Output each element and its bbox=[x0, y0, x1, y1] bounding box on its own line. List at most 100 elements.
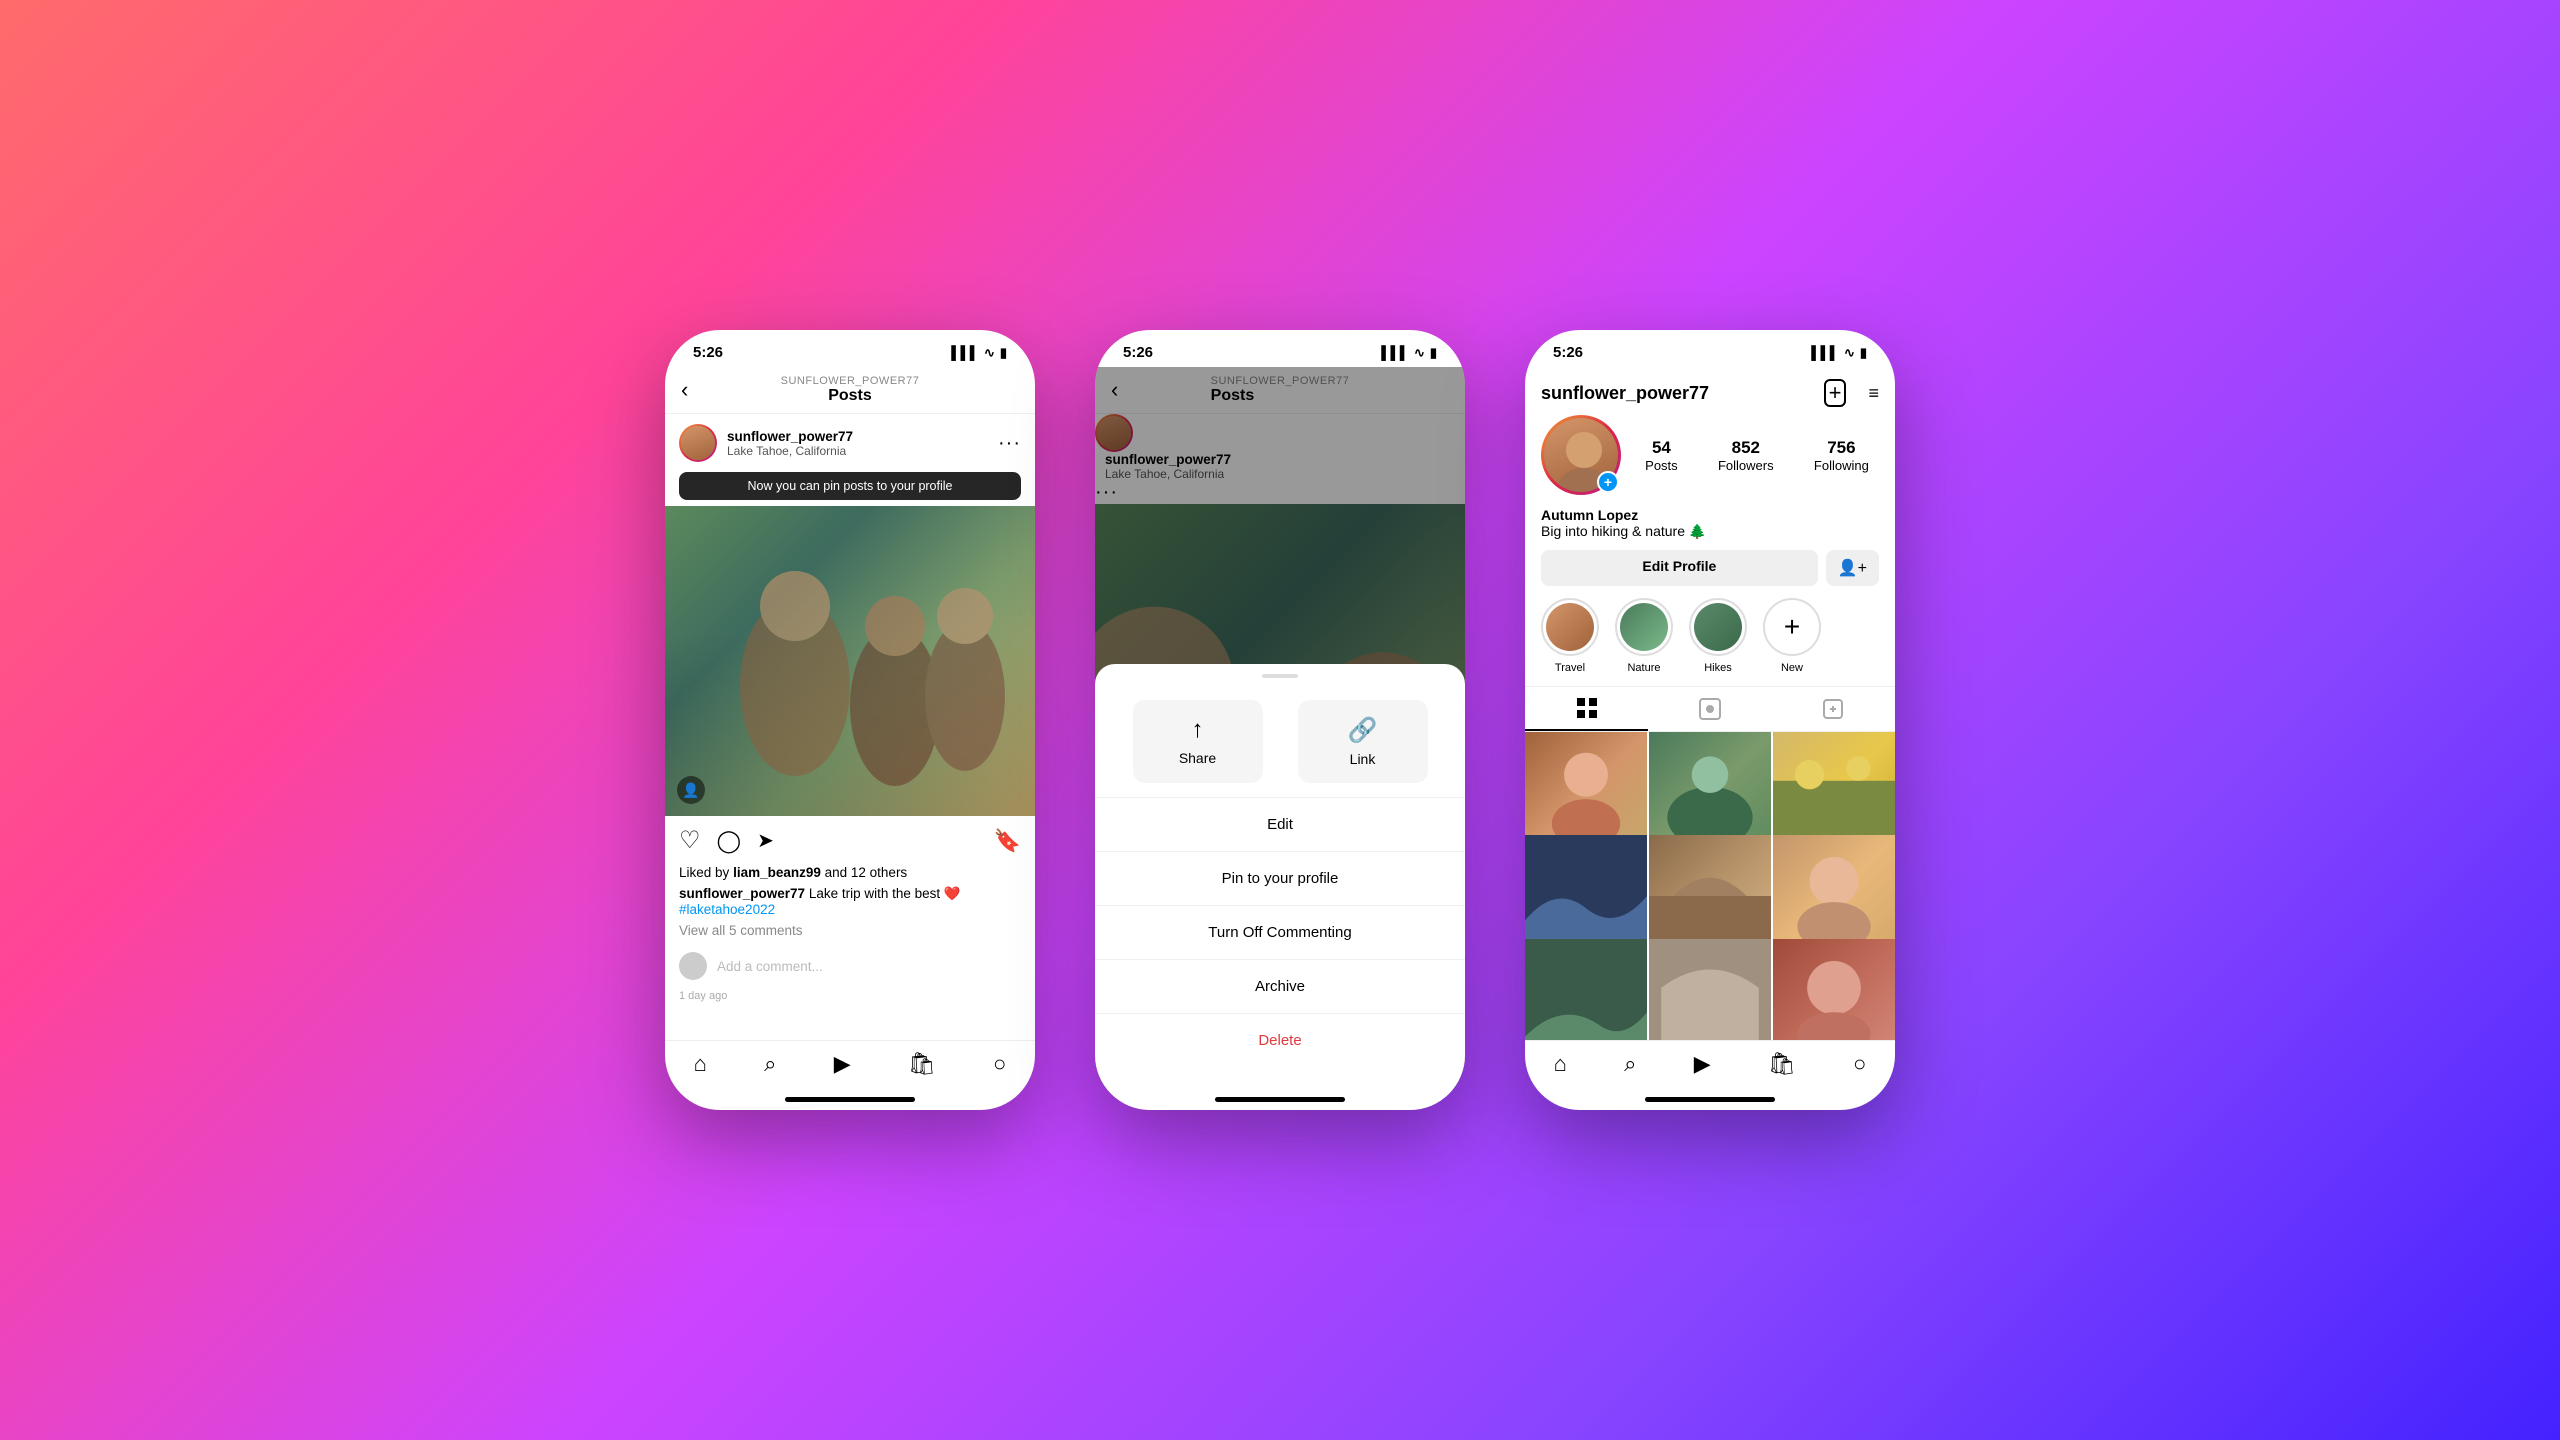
grid-cell-9[interactable] bbox=[1773, 939, 1895, 1040]
caption-username[interactable]: sunflower_power77 bbox=[679, 886, 805, 901]
battery-icon-3: ▮ bbox=[1860, 345, 1867, 361]
hamburger-menu-button[interactable]: ≡ bbox=[1868, 383, 1879, 404]
grid-cell-7[interactable] bbox=[1525, 939, 1647, 1040]
nav-reels-3[interactable]: ▶ bbox=[1694, 1051, 1711, 1077]
highlight-hikes-image bbox=[1694, 603, 1742, 651]
highlight-new[interactable]: + New bbox=[1763, 598, 1821, 674]
tab-grid[interactable] bbox=[1525, 687, 1648, 731]
stat-following[interactable]: 756 Following bbox=[1814, 438, 1869, 473]
bio-text: Big into hiking & nature 🌲 bbox=[1541, 523, 1879, 540]
add-person-button[interactable]: 👤+ bbox=[1826, 550, 1879, 586]
phone1-content: ‹ SUNFLOWER_POWER77 Posts sunflower_powe… bbox=[665, 367, 1035, 1040]
post-actions: ♡ ◯ ➤ 🔖 bbox=[665, 816, 1035, 865]
sheet-pin-button[interactable]: Pin to your profile bbox=[1095, 852, 1465, 906]
sheet-edit-button[interactable]: Edit bbox=[1095, 798, 1465, 852]
highlight-travel-label: Travel bbox=[1555, 662, 1585, 674]
pin-tooltip: Now you can pin posts to your profile bbox=[679, 472, 1021, 500]
user-avatar[interactable] bbox=[679, 424, 717, 462]
add-to-story-badge[interactable]: + bbox=[1597, 471, 1619, 493]
stat-posts-count: 54 bbox=[1652, 438, 1671, 458]
stat-following-label: Following bbox=[1814, 458, 1869, 473]
post-user-row: sunflower_power77 Lake Tahoe, California… bbox=[665, 414, 1035, 472]
caption-text: Lake trip with the best ❤️ bbox=[809, 886, 961, 901]
profile-bio: Autumn Lopez Big into hiking & nature 🌲 bbox=[1525, 507, 1895, 550]
phone-1: 5:26 ▌▌▌ ∿ ▮ ‹ SUNFLOWER_POWER77 Posts s… bbox=[665, 330, 1035, 1110]
stat-following-count: 756 bbox=[1827, 438, 1855, 458]
home-indicator-2 bbox=[1215, 1097, 1345, 1102]
phone3-content: sunflower_power77 + ≡ + bbox=[1525, 367, 1895, 1040]
profile-action-buttons: Edit Profile 👤+ bbox=[1525, 550, 1895, 598]
highlight-hikes-label: Hikes bbox=[1704, 662, 1732, 674]
tab-reels[interactable] bbox=[1648, 687, 1771, 731]
nav-search-1[interactable]: ⌕ bbox=[764, 1051, 776, 1077]
nav-profile-3[interactable]: ○ bbox=[1853, 1051, 1866, 1077]
grid-cell-8[interactable] bbox=[1649, 939, 1771, 1040]
highlight-hikes[interactable]: Hikes bbox=[1689, 598, 1747, 674]
sheet-handle bbox=[1262, 674, 1298, 678]
add-comment-row: Add a comment... bbox=[665, 944, 1035, 988]
link-icon: 🔗 bbox=[1348, 716, 1378, 745]
status-time-2: 5:26 bbox=[1123, 344, 1153, 361]
home-indicator-3 bbox=[1645, 1097, 1775, 1102]
profile-header-icons: + ≡ bbox=[1824, 379, 1879, 407]
nav-search-3[interactable]: ⌕ bbox=[1624, 1051, 1636, 1077]
bottom-nav-3: ⌂ ⌕ ▶ 🛍 ○ bbox=[1525, 1040, 1895, 1097]
wifi-icon-2: ∿ bbox=[1414, 345, 1425, 361]
highlight-travel[interactable]: Travel bbox=[1541, 598, 1599, 674]
profile-tabs bbox=[1525, 686, 1895, 732]
sheet-turn-off-commenting-button[interactable]: Turn Off Commenting bbox=[1095, 906, 1465, 960]
stat-followers-label: Followers bbox=[1718, 458, 1774, 473]
highlight-nature[interactable]: Nature bbox=[1615, 598, 1673, 674]
profile-info-row: + 54 Posts 852 Followers 756 Following bbox=[1525, 415, 1895, 507]
nav-shop-3[interactable]: 🛍 bbox=[1768, 1051, 1796, 1077]
nav-reels-1[interactable]: ▶ bbox=[834, 1051, 851, 1077]
tab-tagged[interactable] bbox=[1772, 687, 1895, 731]
battery-icon-1: ▮ bbox=[1000, 345, 1007, 361]
edit-profile-button[interactable]: Edit Profile bbox=[1541, 550, 1818, 586]
wifi-icon-3: ∿ bbox=[1844, 345, 1855, 361]
back-button[interactable]: ‹ bbox=[681, 377, 688, 403]
highlight-nature-image bbox=[1620, 603, 1668, 651]
link-label: Link bbox=[1350, 751, 1376, 767]
add-post-button[interactable]: + bbox=[1824, 379, 1847, 407]
nav-shop-1[interactable]: 🛍 bbox=[908, 1051, 936, 1077]
sheet-archive-button[interactable]: Archive bbox=[1095, 960, 1465, 1014]
highlight-hikes-ring bbox=[1689, 598, 1747, 656]
nav-home-3[interactable]: ⌂ bbox=[1554, 1051, 1567, 1077]
highlight-nature-label: Nature bbox=[1627, 662, 1660, 674]
highlight-travel-ring bbox=[1541, 598, 1599, 656]
share-label: Share bbox=[1179, 750, 1216, 766]
signal-icon-1: ▌▌▌ bbox=[951, 345, 979, 360]
highlights-row: Travel Nature Hikes + New bbox=[1525, 598, 1895, 686]
stat-posts-label: Posts bbox=[1645, 458, 1678, 473]
sheet-link-button[interactable]: 🔗 Link bbox=[1298, 700, 1428, 783]
like-button[interactable]: ♡ bbox=[679, 826, 701, 855]
comment-input[interactable]: Add a comment... bbox=[717, 959, 823, 974]
view-comments-button[interactable]: View all 5 comments bbox=[665, 923, 1035, 944]
stat-followers-count: 852 bbox=[1732, 438, 1760, 458]
liked-by-user[interactable]: liam_beanz99 bbox=[733, 865, 821, 880]
stat-followers[interactable]: 852 Followers bbox=[1718, 438, 1774, 473]
tag-person-icon[interactable]: 👤 bbox=[677, 776, 705, 804]
status-icons-3: ▌▌▌ ∿ ▮ bbox=[1811, 345, 1867, 361]
bookmark-button[interactable]: 🔖 bbox=[994, 828, 1021, 854]
sheet-delete-button[interactable]: Delete bbox=[1095, 1014, 1465, 1067]
liked-by-others: and 12 others bbox=[825, 865, 908, 880]
nav-home-1[interactable]: ⌂ bbox=[694, 1051, 707, 1077]
nav-profile-1[interactable]: ○ bbox=[993, 1051, 1006, 1077]
profile-username-header: sunflower_power77 bbox=[1541, 383, 1709, 404]
add-person-icon: 👤+ bbox=[1838, 560, 1867, 577]
share-button[interactable]: ➤ bbox=[757, 828, 774, 853]
highlight-new-label: New bbox=[1781, 662, 1803, 674]
profile-grid bbox=[1525, 732, 1895, 1040]
caption-hashtag[interactable]: #laketahoe2022 bbox=[679, 902, 775, 917]
post-username[interactable]: sunflower_power77 bbox=[727, 429, 998, 444]
sheet-share-row: ↑ Share 🔗 Link bbox=[1095, 690, 1465, 798]
comment-button[interactable]: ◯ bbox=[717, 828, 742, 854]
share-icon: ↑ bbox=[1192, 716, 1204, 744]
post-options-button[interactable]: ··· bbox=[998, 432, 1021, 455]
profile-header: sunflower_power77 + ≡ bbox=[1525, 367, 1895, 415]
highlight-nature-ring bbox=[1615, 598, 1673, 656]
signal-icon-2: ▌▌▌ bbox=[1381, 345, 1409, 360]
sheet-share-button[interactable]: ↑ Share bbox=[1133, 700, 1263, 783]
